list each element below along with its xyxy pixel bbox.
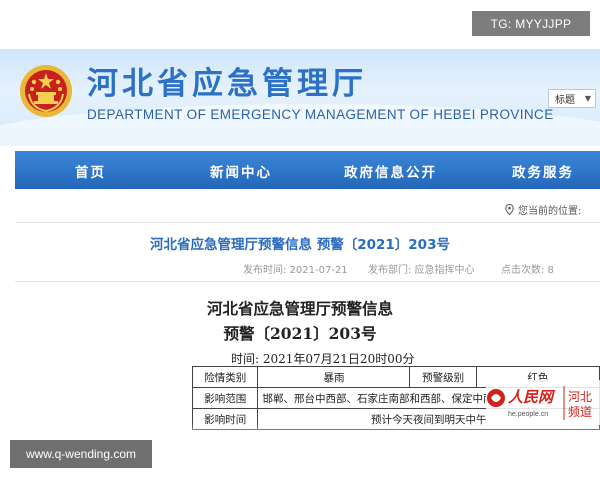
location-pin-icon [505, 204, 514, 215]
site-title: 河北省应急管理厅 [87, 66, 367, 102]
chevron-down-icon: ▼ [584, 94, 591, 103]
document-time: 时间: 2021年07月21日20时00分 [231, 352, 415, 366]
nav-item-services[interactable]: 政务服务 [512, 161, 574, 181]
search-type-select[interactable]: 标题 ▼ [548, 89, 596, 108]
logo-brand: 人民网 [508, 388, 556, 406]
table-cell: 暴雨 [257, 366, 411, 388]
publish-department: 发布部门: 应急指挥中心 [368, 265, 475, 276]
document-title: 河北省应急管理厅预警信息 [206, 299, 393, 318]
main-nav: 首页 新闻中心 政府信息公开 政务服务 [15, 151, 600, 189]
logo-domain: he.people.cn [508, 411, 548, 418]
click-count: 点击次数: 8 [501, 265, 554, 276]
table-cell: 预警级别 [409, 366, 477, 388]
logo-region-2: 频道 [568, 405, 592, 419]
breadcrumb: 您当前的位置: [505, 202, 581, 217]
article-title: 河北省应急管理厅预警信息 预警〔2021〕203号 [150, 237, 450, 253]
watermark-top: TG: MYYJJPP [472, 11, 590, 36]
table-cell: 险情类别 [191, 366, 259, 388]
national-emblem-icon [20, 65, 72, 117]
watermark-bottom: www.q-wending.com [10, 440, 152, 468]
nav-item-home[interactable]: 首页 [75, 161, 106, 181]
breadcrumb-label: 您当前的位置: [518, 206, 582, 217]
nav-item-news[interactable]: 新闻中心 [210, 161, 272, 181]
publish-date: 发布时间: 2021-07-21 [243, 265, 348, 276]
document-number: 预警〔2021〕203号 [223, 324, 377, 343]
logo-region-1: 河北 [568, 390, 592, 404]
search-type-value: 标题 [555, 95, 575, 106]
site-subtitle-en: DEPARTMENT OF EMERGENCY MANAGEMENT OF HE… [87, 107, 554, 122]
table-cell: 影响范围 [191, 387, 259, 409]
people-cn-hebei-logo: 人民网 he.people.cn 河北 频道 [486, 380, 600, 425]
divider [15, 281, 600, 282]
nav-item-gov-info[interactable]: 政府信息公开 [344, 161, 437, 181]
